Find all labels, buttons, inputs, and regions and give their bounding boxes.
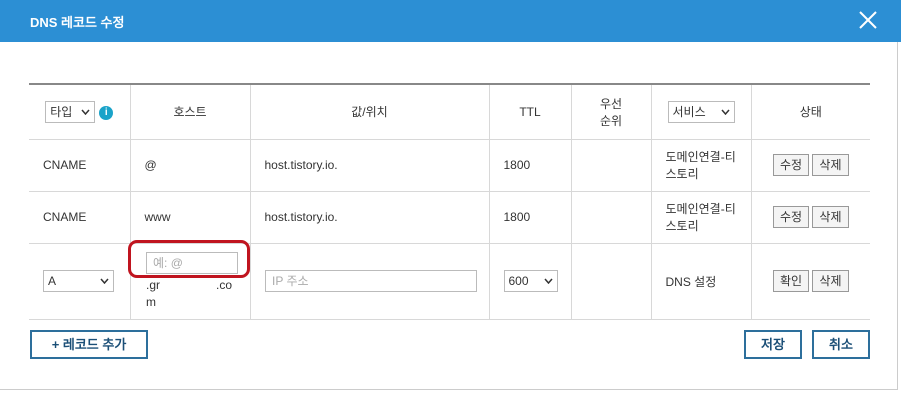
dialog-titlebar: DNS 레코드 수정 xyxy=(0,0,901,42)
record-host: www xyxy=(130,191,251,244)
add-record-button[interactable]: + 레코드 추가 xyxy=(30,330,148,359)
header-status: 상태 xyxy=(751,84,870,140)
chevron-down-icon xyxy=(720,109,730,115)
new-type-cell: A xyxy=(29,243,131,320)
service-filter-label: 서비스 xyxy=(672,105,706,120)
delete-button[interactable]: 삭제 xyxy=(812,154,849,176)
new-ttl-cell: 600 xyxy=(489,243,572,320)
host-suffix-part1: .gr xyxy=(146,278,161,292)
record-ttl: 1800 xyxy=(489,191,572,244)
host-suffix-part3: m xyxy=(146,295,156,309)
table-row: CNAME www host.tistory.io. 1800 도메인연결-티 … xyxy=(29,191,870,244)
new-type-value: A xyxy=(48,274,57,288)
record-service-line2: 스토리 xyxy=(665,219,699,233)
record-value: host.tistory.io. xyxy=(250,191,490,244)
record-actions: 수정 삭제 xyxy=(751,191,870,244)
header-service: 서비스 xyxy=(651,84,752,140)
record-value: host.tistory.io. xyxy=(250,139,490,192)
chevron-down-icon xyxy=(100,278,109,284)
type-filter-select[interactable]: 타입 xyxy=(45,100,96,123)
record-actions: 수정 삭제 xyxy=(751,139,870,192)
header-type: 타입 i xyxy=(29,84,131,140)
record-priority xyxy=(571,139,652,192)
header-ttl: TTL xyxy=(489,84,572,140)
type-filter-label: 타입 xyxy=(50,105,73,120)
cancel-button[interactable]: 취소 xyxy=(812,330,870,359)
delete-button[interactable]: 삭제 xyxy=(812,206,849,228)
record-service-line2: 스토리 xyxy=(665,167,699,181)
chevron-down-icon xyxy=(543,278,553,284)
delete-button[interactable]: 삭제 xyxy=(812,270,849,292)
record-ttl: 1800 xyxy=(489,139,572,192)
new-ttl-value: 600 xyxy=(508,274,529,288)
header-priority-line1: 우선 xyxy=(599,96,623,111)
new-priority-cell xyxy=(571,243,652,320)
new-type-select[interactable]: A xyxy=(43,270,114,292)
header-host: 호스트 xyxy=(130,84,251,140)
highlight-ring xyxy=(128,240,250,278)
service-filter-select[interactable]: 서비스 xyxy=(667,100,735,123)
record-host: @ xyxy=(130,139,251,192)
chevron-down-icon xyxy=(81,109,90,115)
table-row: CNAME @ host.tistory.io. 1800 도메인연결-티 스토… xyxy=(29,139,870,192)
edit-button[interactable]: 수정 xyxy=(772,154,810,176)
ip-address-input[interactable]: IP 주소 xyxy=(265,270,477,292)
edit-button[interactable]: 수정 xyxy=(772,206,810,228)
header-priority: 우선 순위 xyxy=(571,84,652,140)
record-type: CNAME xyxy=(29,139,131,192)
record-service-line1: 도메인연결-티 xyxy=(665,150,736,164)
new-service: DNS 설정 xyxy=(651,243,752,320)
confirm-button[interactable]: 확인 xyxy=(772,270,810,292)
record-service: 도메인연결-티 스토리 xyxy=(651,191,752,244)
new-ttl-select[interactable]: 600 xyxy=(503,270,558,292)
info-icon[interactable]: i xyxy=(99,106,114,121)
header-value: 값/위치 xyxy=(250,84,490,140)
new-record-actions: 확인 삭제 xyxy=(751,243,870,320)
dialog-title: DNS 레코드 수정 xyxy=(30,15,125,30)
close-icon[interactable] xyxy=(857,9,879,31)
save-button[interactable]: 저장 xyxy=(744,330,802,359)
record-service-line1: 도메인연결-티 xyxy=(665,202,736,216)
record-service: 도메인연결-티 스토리 xyxy=(651,139,752,192)
record-priority xyxy=(571,191,652,244)
record-type: CNAME xyxy=(29,191,131,244)
header-priority-line2: 순위 xyxy=(599,113,623,128)
host-suffix-part2: .co xyxy=(216,278,233,292)
table-header-row: 타입 i 호스트 값/위치 TTL 우선 순위 서비스 상태 xyxy=(29,84,870,140)
